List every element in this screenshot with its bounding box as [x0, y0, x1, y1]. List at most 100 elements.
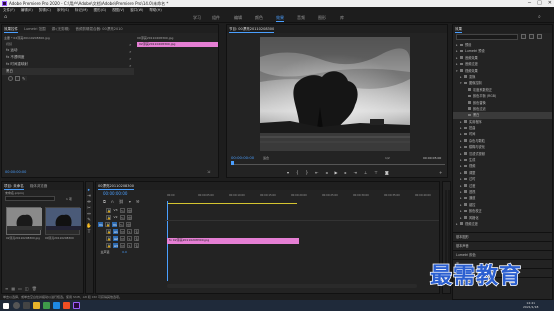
effect-row-motion[interactable]: fx 运动	[2, 47, 134, 54]
premiere-taskbar-icon[interactable]	[73, 302, 80, 309]
sync-lock-icon[interactable]: ⇆	[119, 222, 124, 227]
maximize-button[interactable]: □	[537, 0, 542, 7]
tab-program[interactable]: 节目: 00漂亮20110208300	[229, 25, 275, 33]
timeline-timecode[interactable]: 00:00:00:00	[103, 191, 127, 196]
reset-bw-icon[interactable]: ↺	[129, 63, 132, 70]
eye-icon[interactable]: 👁	[127, 208, 132, 213]
new-item-icon[interactable]: ◫	[25, 286, 29, 291]
workspace-color[interactable]: 颜色	[255, 15, 263, 21]
section-essential-graphics[interactable]: 基本图形	[453, 232, 552, 241]
add-button-icon[interactable]: +	[439, 170, 442, 175]
file-explorer-icon[interactable]	[33, 302, 40, 309]
resolution-dropdown[interactable]: 1/2	[385, 156, 390, 160]
mute-icon[interactable]: M	[120, 243, 125, 248]
lock-icon[interactable]: 🔒	[106, 243, 111, 248]
workspace-assembly[interactable]: 组件	[212, 15, 220, 21]
track-label-v1[interactable]: V1	[112, 222, 117, 227]
mark-in-icon[interactable]: {	[296, 170, 299, 175]
tab-effect-controls[interactable]: 效果控件	[4, 25, 18, 33]
tab-media-browser[interactable]: 媒体浏览器	[30, 182, 48, 190]
windows-start-icon[interactable]	[3, 302, 9, 309]
tab-project[interactable]: 项目: 未命名	[4, 182, 24, 190]
reset-motion-icon[interactable]: ↺	[129, 42, 132, 49]
track-label-a2[interactable]: A2	[113, 236, 118, 241]
effect-controls-clip-bar[interactable]: 02漂亮20110208300.jpg	[137, 42, 218, 47]
program-playhead[interactable]	[231, 161, 234, 165]
workspace-audio[interactable]: 音频	[297, 15, 305, 21]
workspace-effects[interactable]: 效果	[276, 15, 284, 22]
reset-time-icon[interactable]: ↺	[129, 56, 132, 63]
mark-out-icon[interactable]: }	[306, 170, 309, 175]
task-view-icon[interactable]	[23, 302, 30, 309]
project-item-thumbnail[interactable]	[6, 207, 42, 235]
go-to-out-icon[interactable]: ⇥	[354, 170, 357, 175]
fit-dropdown[interactable]: 适合	[263, 156, 269, 160]
office-icon[interactable]	[63, 302, 70, 309]
solo-icon[interactable]: S	[127, 229, 132, 234]
eye-icon[interactable]: 👁	[126, 222, 131, 227]
chrome-icon[interactable]	[43, 302, 50, 309]
mute-icon[interactable]: M	[120, 236, 125, 241]
lift-icon[interactable]: ⊥	[364, 170, 367, 175]
play-icon[interactable]: ▶	[334, 170, 337, 175]
yuv-filter-icon[interactable]	[537, 34, 542, 39]
lock-icon[interactable]: 🔒	[105, 222, 110, 227]
project-sequence-thumbnail[interactable]	[45, 207, 81, 235]
lock-icon[interactable]: 🔒	[106, 229, 111, 234]
system-clock[interactable]: 14:41 2021/1/18	[523, 301, 538, 309]
minimize-button[interactable]: ─	[528, 0, 531, 7]
workspace-learn[interactable]: 学习	[193, 15, 201, 21]
program-scrubber[interactable]	[231, 164, 445, 165]
effect-row-black-white[interactable]: 黑白	[2, 68, 134, 75]
workspace-graphics[interactable]: 图形	[318, 15, 326, 21]
sync-lock-icon[interactable]: ⇆	[120, 208, 125, 213]
source-patch-v1[interactable]: V1	[98, 222, 103, 227]
mute-icon[interactable]: M	[120, 229, 125, 234]
effect-row-time-remap[interactable]: fx 时间重映射	[2, 61, 134, 68]
mic-icon[interactable]: 🎙	[134, 229, 139, 234]
effect-row-opacity[interactable]: fx 不透明度	[2, 54, 134, 61]
master-volume-value[interactable]: 0.0	[122, 250, 127, 255]
clip-header[interactable]: 主要 * 02漂亮20110208300.jpg	[4, 36, 50, 40]
ellipse-mask-icon[interactable]	[8, 76, 13, 81]
timeline-scrollbar[interactable]	[167, 284, 417, 288]
export-frame-icon[interactable]: ⇲	[207, 169, 210, 174]
step-back-icon[interactable]: ◂	[325, 170, 327, 175]
icon-view-icon[interactable]: ▦	[11, 286, 15, 291]
track-label-a3[interactable]: A3	[113, 243, 118, 248]
program-timecode[interactable]: 00:00:00:00	[231, 155, 254, 160]
home-icon[interactable]: ⌂	[4, 14, 7, 20]
tab-effects[interactable]: 效果	[455, 25, 462, 33]
lock-icon[interactable]: 🔒	[106, 236, 111, 241]
tab-lumetri-scopes[interactable]: Lumetri 范围	[24, 25, 46, 33]
mic-icon[interactable]: 🎙	[134, 243, 139, 248]
tab-sequence[interactable]: 00漂亮20110208300	[98, 182, 134, 190]
accelerated-filter-icon[interactable]	[521, 34, 526, 39]
search-icon[interactable]: ⌕	[538, 14, 541, 20]
solo-icon[interactable]: S	[127, 243, 132, 248]
delete-icon[interactable]: 🗑	[32, 286, 37, 291]
linked-selection-icon[interactable]: ⛓	[119, 199, 124, 204]
nest-icon[interactable]: ⧉	[103, 199, 106, 204]
lock-icon[interactable]: 🔒	[106, 215, 111, 220]
sync-lock-icon[interactable]: ⇆	[120, 215, 125, 220]
lock-icon[interactable]: 🔒	[106, 208, 111, 213]
workspace-libraries[interactable]: 库	[340, 15, 344, 21]
effects-tree-item[interactable]: ▸ 视频过渡	[453, 221, 552, 227]
reset-opacity-icon[interactable]: ↺	[129, 49, 132, 56]
pen-mask-icon[interactable]: ✎	[22, 76, 27, 81]
tab-source[interactable]: 源:(无剪辑)	[52, 25, 70, 33]
close-button[interactable]: ✕	[548, 0, 552, 7]
extract-icon[interactable]: ⊤	[374, 170, 377, 175]
effects-search-input[interactable]	[456, 34, 518, 40]
new-bin-icon[interactable]: ▭	[18, 286, 22, 291]
rectangle-mask-icon[interactable]	[15, 76, 20, 81]
mic-icon[interactable]: 🎙	[134, 236, 139, 241]
step-forward-icon[interactable]: ▸	[345, 170, 347, 175]
effect-controls-timecode[interactable]: 00:00:00:00	[5, 170, 26, 174]
work-area-bar[interactable]	[167, 203, 297, 204]
track-label-a1[interactable]: A1	[113, 229, 118, 234]
32bit-filter-icon[interactable]	[529, 34, 534, 39]
section-essential-sound[interactable]: 基本声音	[453, 241, 552, 250]
eye-icon[interactable]: 👁	[127, 215, 132, 220]
